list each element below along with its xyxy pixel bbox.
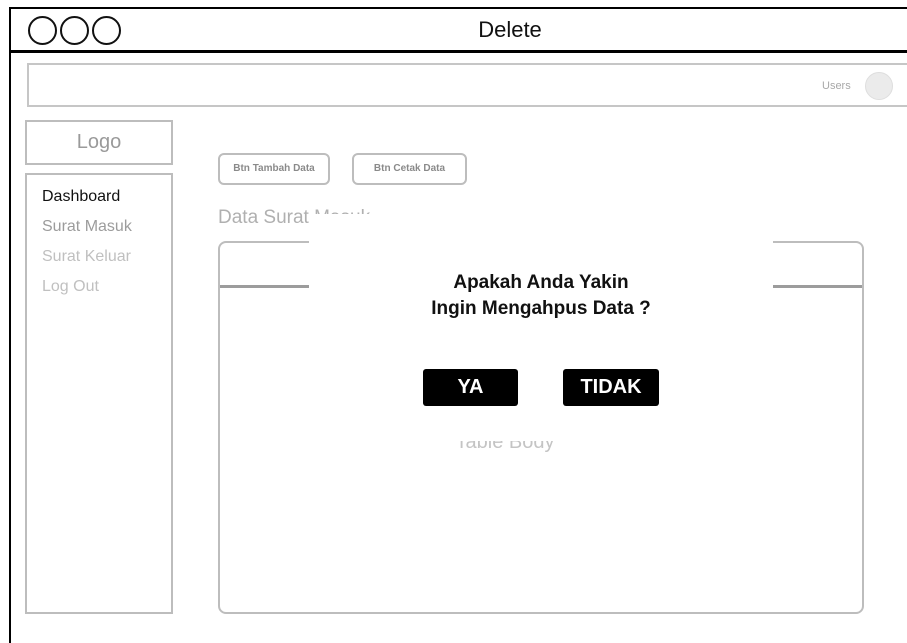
dialog-message-line-1: Apakah Anda Yakin <box>453 272 629 293</box>
dialog-message-line-2: Ingin Mengahpus Data ? <box>431 298 651 319</box>
sidebar-item-log-out[interactable]: Log Out <box>42 272 171 302</box>
sidebar-item-surat-masuk[interactable]: Surat Masuk <box>42 212 171 242</box>
print-data-button[interactable]: Btn Cetak Data <box>352 153 467 185</box>
user-label[interactable]: Users <box>822 79 851 93</box>
window-control-circle-2[interactable] <box>60 16 89 45</box>
window-control-circle-3[interactable] <box>92 16 121 45</box>
sidebar: Dashboard Surat Masuk Surat Keluar Log O… <box>25 173 173 614</box>
sidebar-item-dashboard[interactable]: Dashboard <box>42 182 171 212</box>
user-avatar-icon[interactable] <box>865 72 893 100</box>
sidebar-item-surat-keluar[interactable]: Surat Keluar <box>42 242 171 272</box>
cancel-no-button[interactable]: TIDAK <box>563 369 659 406</box>
confirm-yes-button[interactable]: YA <box>423 369 518 406</box>
delete-confirmation-dialog <box>309 214 773 441</box>
top-header-bar <box>27 63 907 107</box>
logo[interactable]: Logo <box>25 120 173 165</box>
title-bar-divider <box>9 50 907 53</box>
add-data-button[interactable]: Btn Tambah Data <box>218 153 330 185</box>
window-title: Delete <box>478 17 542 42</box>
window-control-circle-1[interactable] <box>28 16 57 45</box>
